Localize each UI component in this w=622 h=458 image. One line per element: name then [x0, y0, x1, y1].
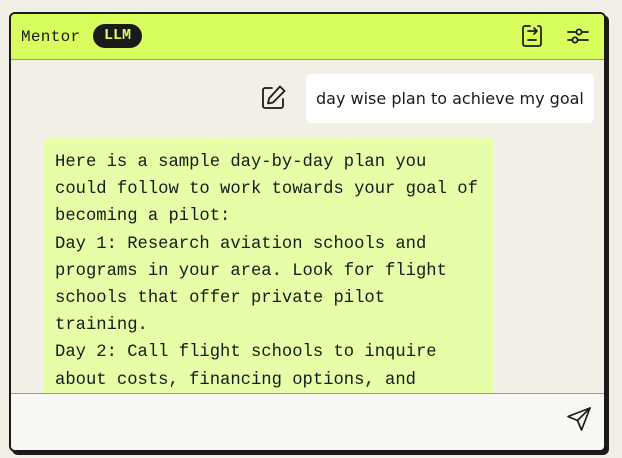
export-icon[interactable] — [519, 23, 545, 49]
user-message: day wise plan to achieve my goal — [306, 74, 594, 123]
assistant-message: Here is a sample day-by-day plan you cou… — [43, 138, 493, 394]
send-icon[interactable] — [565, 405, 593, 433]
edit-icon[interactable] — [259, 84, 287, 112]
model-badge: LLM — [93, 24, 143, 48]
message-list[interactable]: day wise plan to achieve my goal Here is… — [11, 60, 604, 394]
settings-sliders-icon[interactable] — [565, 23, 591, 49]
chat-window: Mentor LLM day wise plan to achieve my g… — [9, 12, 606, 452]
composer — [11, 393, 604, 450]
app-title: Mentor — [21, 28, 81, 46]
chat-header: Mentor LLM — [11, 14, 604, 60]
message-input[interactable] — [19, 400, 553, 444]
